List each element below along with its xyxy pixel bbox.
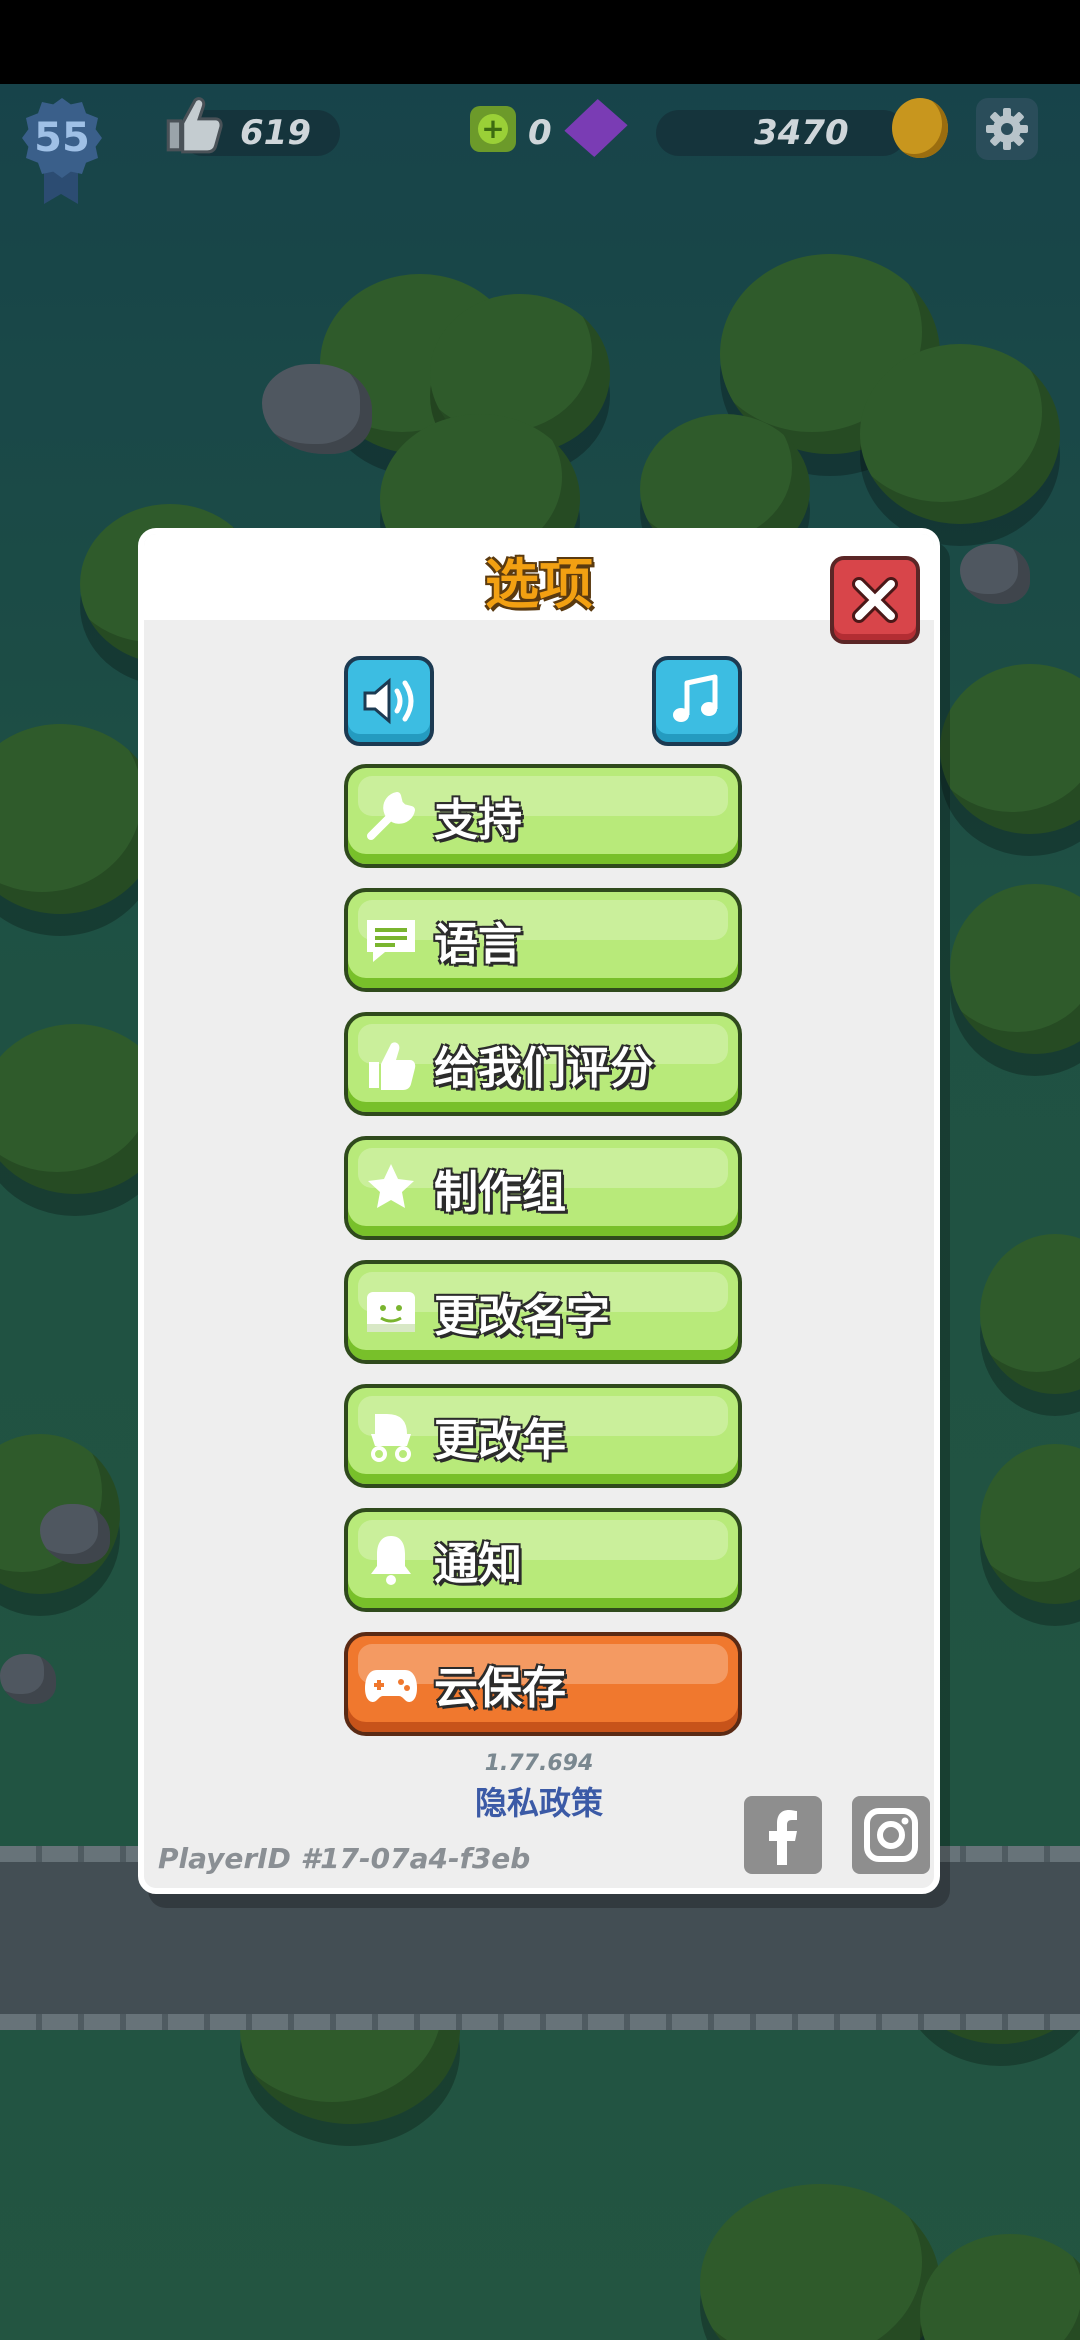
- language-button[interactable]: 语言: [344, 888, 742, 992]
- likes-count: 619: [240, 113, 311, 153]
- stroller-icon: [362, 1407, 420, 1465]
- top-hud: 55 619 + 0 3470: [0, 84, 1080, 224]
- speaker-icon: [363, 677, 414, 725]
- facebook-icon: [769, 1810, 797, 1865]
- change-name-label: 更改名字: [434, 1291, 610, 1342]
- coin-icon: [892, 98, 948, 158]
- music-toggle-button[interactable]: [652, 656, 742, 746]
- close-icon: [852, 577, 898, 623]
- credits-label: 制作组: [434, 1167, 566, 1218]
- rate-us-button[interactable]: 给我们评分: [344, 1012, 742, 1116]
- dialog-title: 选项: [485, 553, 593, 616]
- settings-button[interactable]: [976, 98, 1038, 160]
- bell-icon: [362, 1531, 420, 1589]
- add-gems-button[interactable]: +: [470, 106, 516, 152]
- facebook-button[interactable]: [744, 1796, 822, 1874]
- change-age-button[interactable]: 更改年: [344, 1384, 742, 1488]
- coins-count: 3470: [754, 113, 849, 153]
- cloud-save-button[interactable]: 云保存: [344, 1632, 742, 1736]
- level-badge[interactable]: 55: [22, 98, 102, 178]
- close-button[interactable]: [830, 556, 920, 644]
- gamepad-icon: [362, 1655, 420, 1713]
- change-age-label: 更改年: [434, 1415, 566, 1466]
- rate-us-label: 给我们评分: [434, 1043, 654, 1094]
- instagram-button[interactable]: [852, 1796, 930, 1874]
- status-bar: [0, 0, 1080, 84]
- instagram-icon: [864, 1808, 918, 1862]
- gems-count: 0: [528, 113, 552, 153]
- level-value: 55: [34, 115, 90, 161]
- language-label: 语言: [434, 919, 522, 970]
- options-dialog: 选项 支持 语言 给我们评分 制作组 更改名字 更改年 通知 云保存 1.77.…: [138, 528, 940, 1894]
- support-button[interactable]: 支持: [344, 764, 742, 868]
- chat-icon: [362, 911, 420, 969]
- notifications-button[interactable]: 通知: [344, 1508, 742, 1612]
- gem-icon: [560, 92, 631, 163]
- plus-icon: +: [478, 114, 508, 144]
- name-tag-icon: [362, 1283, 420, 1341]
- credits-button[interactable]: 制作组: [344, 1136, 742, 1240]
- change-name-button[interactable]: 更改名字: [344, 1260, 742, 1364]
- star-icon: [362, 1159, 420, 1217]
- notifications-label: 通知: [434, 1539, 522, 1590]
- music-note-icon: [673, 674, 718, 722]
- thumbs-up-icon: [362, 1035, 420, 1093]
- wrench-icon: [362, 787, 420, 845]
- gear-icon: [986, 108, 1028, 150]
- cloud-save-label: 云保存: [434, 1663, 566, 1714]
- sound-toggle-button[interactable]: [344, 656, 434, 746]
- support-label: 支持: [434, 795, 522, 846]
- player-id: PlayerID #17-07a4-f3eb: [158, 1842, 531, 1875]
- thumbs-up-icon: [166, 97, 223, 154]
- version-text: 1.77.694: [484, 1751, 594, 1776]
